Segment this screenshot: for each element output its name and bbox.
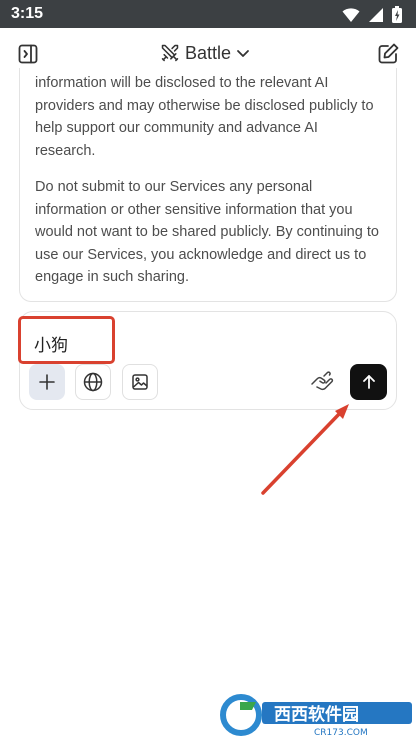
new-chat-icon	[378, 43, 399, 64]
watermark-logo: 西西软件园 CR173.COM	[216, 690, 416, 740]
arrow-up-icon	[362, 375, 375, 389]
status-bar: 3:15	[0, 0, 416, 28]
terms-notice-card: information will be disclosed to the rel…	[19, 68, 397, 302]
hand-button[interactable]	[308, 366, 338, 396]
send-button[interactable]	[350, 364, 387, 400]
add-attachment-button[interactable]	[29, 364, 65, 400]
web-search-button[interactable]	[75, 364, 111, 400]
image-upload-button[interactable]	[122, 364, 158, 400]
hand-icon	[311, 371, 334, 391]
chevron-down-icon	[237, 50, 249, 57]
battery-icon	[392, 6, 402, 23]
wifi-icon	[342, 7, 360, 22]
status-time: 3:15	[11, 5, 44, 22]
input-highlight-annotation	[18, 316, 115, 364]
mode-label: Battle	[185, 42, 232, 63]
globe-icon	[83, 372, 103, 392]
svg-text:CR173.COM: CR173.COM	[314, 728, 368, 738]
image-icon	[132, 374, 148, 390]
signal-icon	[369, 7, 383, 22]
sidebar-toggle-icon	[18, 44, 38, 64]
plus-icon	[39, 374, 55, 390]
sidebar-toggle-button[interactable]	[16, 42, 40, 66]
notice-paragraph-1: information will be disclosed to the rel…	[35, 75, 374, 159]
crossed-swords-icon	[161, 44, 179, 62]
svg-text:西西软件园: 西西软件园	[274, 704, 359, 725]
new-chat-button[interactable]	[376, 42, 400, 66]
mode-selector[interactable]: Battle	[160, 40, 250, 66]
status-icons	[342, 6, 402, 23]
notice-paragraph-2: Do not submit to our Services any person…	[35, 179, 379, 285]
